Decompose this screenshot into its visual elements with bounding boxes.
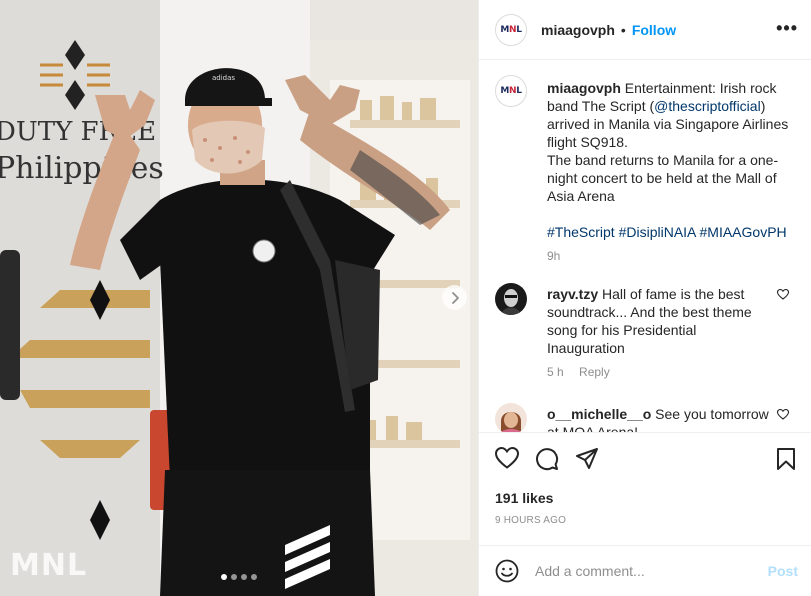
caption-time: 9h bbox=[547, 249, 561, 263]
instagram-post-modal: DUTY FREE Philippines adidas MNL MNL mia… bbox=[0, 0, 811, 596]
comment-username[interactable]: rayv.tzy bbox=[547, 286, 598, 302]
heart-icon[interactable] bbox=[777, 289, 789, 300]
carousel-dot-3 bbox=[241, 574, 247, 580]
likes-count[interactable]: 191 likes bbox=[495, 490, 553, 506]
carousel-next-button[interactable] bbox=[442, 285, 467, 310]
comments-scroll-area[interactable]: MNL miaagovph Entertainment: Irish rock … bbox=[479, 61, 811, 432]
avatar[interactable]: MNL bbox=[495, 13, 527, 46]
reply-button[interactable]: Reply bbox=[579, 365, 610, 379]
carousel-dot-4 bbox=[251, 574, 257, 580]
carousel-dot-2 bbox=[231, 574, 237, 580]
header-username[interactable]: miaagovph bbox=[541, 22, 615, 38]
carousel-dot-1 bbox=[221, 574, 227, 580]
comment-text: o__michelle__o See you tomorrow at MOA A… bbox=[547, 405, 777, 432]
caption-hashtags[interactable]: #TheScript #DisipliNAIA #MIAAGovPH bbox=[547, 223, 797, 241]
post-header: MNL miaagovph • Follow ••• bbox=[479, 0, 811, 60]
post-actions: 191 likes 9 HOURS AGO bbox=[479, 432, 811, 545]
mnl-logo: MNL bbox=[500, 24, 522, 35]
avatar[interactable] bbox=[495, 283, 527, 315]
avatar[interactable] bbox=[495, 403, 527, 432]
comment-input[interactable] bbox=[535, 560, 755, 582]
comment-icon[interactable] bbox=[535, 447, 559, 471]
more-icon[interactable]: ••• bbox=[776, 18, 798, 39]
heart-icon[interactable] bbox=[495, 447, 519, 469]
heart-icon[interactable] bbox=[777, 409, 789, 420]
mnl-logo: MNL bbox=[500, 86, 522, 96]
svg-text:adidas: adidas bbox=[212, 74, 235, 82]
caption-avatar[interactable]: MNL bbox=[495, 75, 527, 107]
comment-text: rayv.tzy Hall of fame is the best soundt… bbox=[547, 285, 777, 381]
photo-scene: DUTY FREE Philippines adidas bbox=[0, 0, 478, 596]
sign-line2: Philippines bbox=[0, 151, 164, 186]
chevron-right-icon bbox=[451, 291, 459, 304]
caption-part3: The band returns to Manila for a one-nig… bbox=[547, 152, 779, 204]
comment-meta: 5 h Reply bbox=[547, 363, 777, 381]
post-comment-button[interactable]: Post bbox=[768, 563, 798, 579]
caption-username[interactable]: miaagovph bbox=[547, 80, 621, 96]
add-comment-bar: Post bbox=[479, 545, 811, 596]
post-timestamp: 9 HOURS AGO bbox=[495, 515, 567, 526]
header-separator: • bbox=[620, 21, 626, 38]
comment-time: 5 h bbox=[547, 365, 564, 379]
follow-button[interactable]: Follow bbox=[632, 22, 676, 38]
carousel-indicator bbox=[0, 574, 478, 580]
mention-link[interactable]: @thescriptofficial bbox=[654, 98, 761, 114]
emoji-icon[interactable] bbox=[495, 559, 519, 583]
bookmark-icon[interactable] bbox=[775, 447, 797, 471]
comment-username[interactable]: o__michelle__o bbox=[547, 406, 651, 422]
share-icon[interactable] bbox=[575, 447, 599, 471]
post-photo[interactable]: DUTY FREE Philippines adidas MNL bbox=[0, 0, 478, 596]
post-side-panel: MNL miaagovph • Follow ••• MNL miaagovph… bbox=[478, 0, 811, 596]
action-bar bbox=[495, 447, 799, 475]
caption-text: miaagovph Entertainment: Irish rock band… bbox=[547, 79, 797, 265]
